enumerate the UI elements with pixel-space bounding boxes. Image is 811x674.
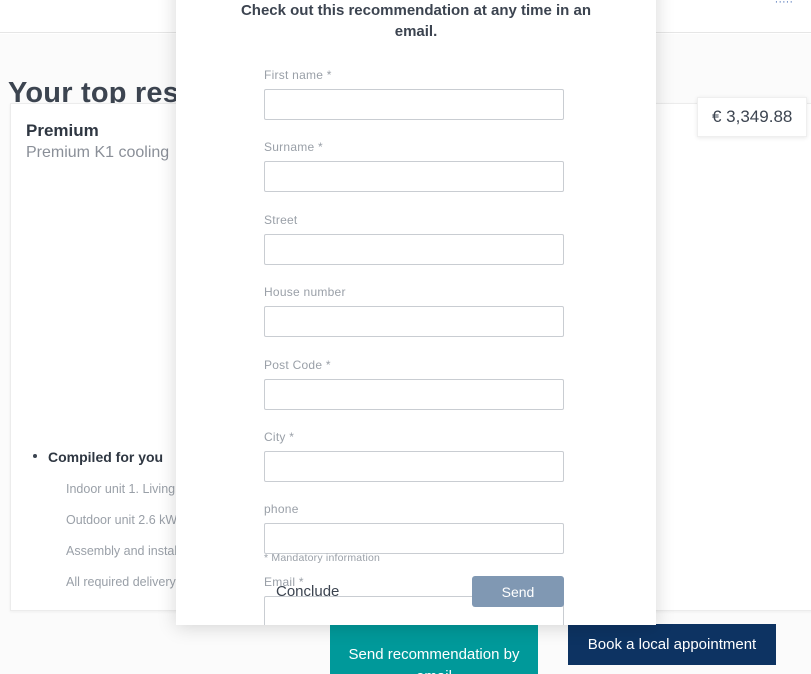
modal-action-row: Conclude Send — [264, 576, 564, 607]
house-number-label: House number — [264, 285, 346, 300]
phone-input[interactable] — [264, 523, 564, 555]
street-input[interactable] — [264, 233, 564, 265]
field-group-phone: phone — [264, 502, 564, 555]
first-name-label: First name * — [264, 68, 332, 82]
recommendation-email-form: First name * Surname * Street House numb… — [264, 68, 564, 625]
post-code-input[interactable] — [264, 378, 564, 410]
send-recommendation-by-email-button[interactable]: Send recommendation by email — [330, 624, 538, 674]
conclude-button[interactable]: Conclude — [264, 577, 351, 606]
surname-label: Surname * — [264, 140, 323, 155]
first-name-input[interactable] — [264, 89, 564, 120]
phone-label: phone — [264, 502, 299, 517]
book-local-appointment-button[interactable]: Book a local appointment — [568, 624, 776, 665]
field-group-house-number: House number — [264, 285, 564, 338]
field-group-street: Street — [264, 213, 564, 265]
post-code-label: Post Code * — [264, 357, 331, 372]
modal-title: Check out this recommendation at any tim… — [240, 2, 592, 41]
bullet-icon — [33, 454, 37, 458]
field-group-city: City * — [264, 430, 564, 482]
price-badge: € 3,349.88 — [697, 97, 808, 137]
city-input[interactable] — [264, 450, 564, 482]
mandatory-information-note: * Mandatory information — [264, 552, 381, 564]
send-button[interactable]: Send — [472, 576, 564, 607]
spec-heading: Compiled for you — [48, 449, 164, 465]
header-link[interactable]: ····· — [775, 0, 793, 8]
street-label: Street — [264, 212, 298, 227]
surname-input[interactable] — [264, 161, 564, 193]
card-product-name: Premium K1 cooling — [26, 144, 170, 161]
field-group-first-name: First name * — [264, 68, 564, 120]
city-label: City * — [264, 429, 295, 444]
cta-button-row: Send recommendation by email Book a loca… — [330, 624, 776, 674]
field-group-surname: Surname * — [264, 140, 564, 193]
card-tier-label: Premium — [26, 121, 99, 140]
recommendation-email-modal: Check out this recommendation at any tim… — [176, 0, 656, 625]
house-number-input[interactable] — [264, 306, 564, 338]
field-group-post-code: Post Code * — [264, 358, 564, 410]
